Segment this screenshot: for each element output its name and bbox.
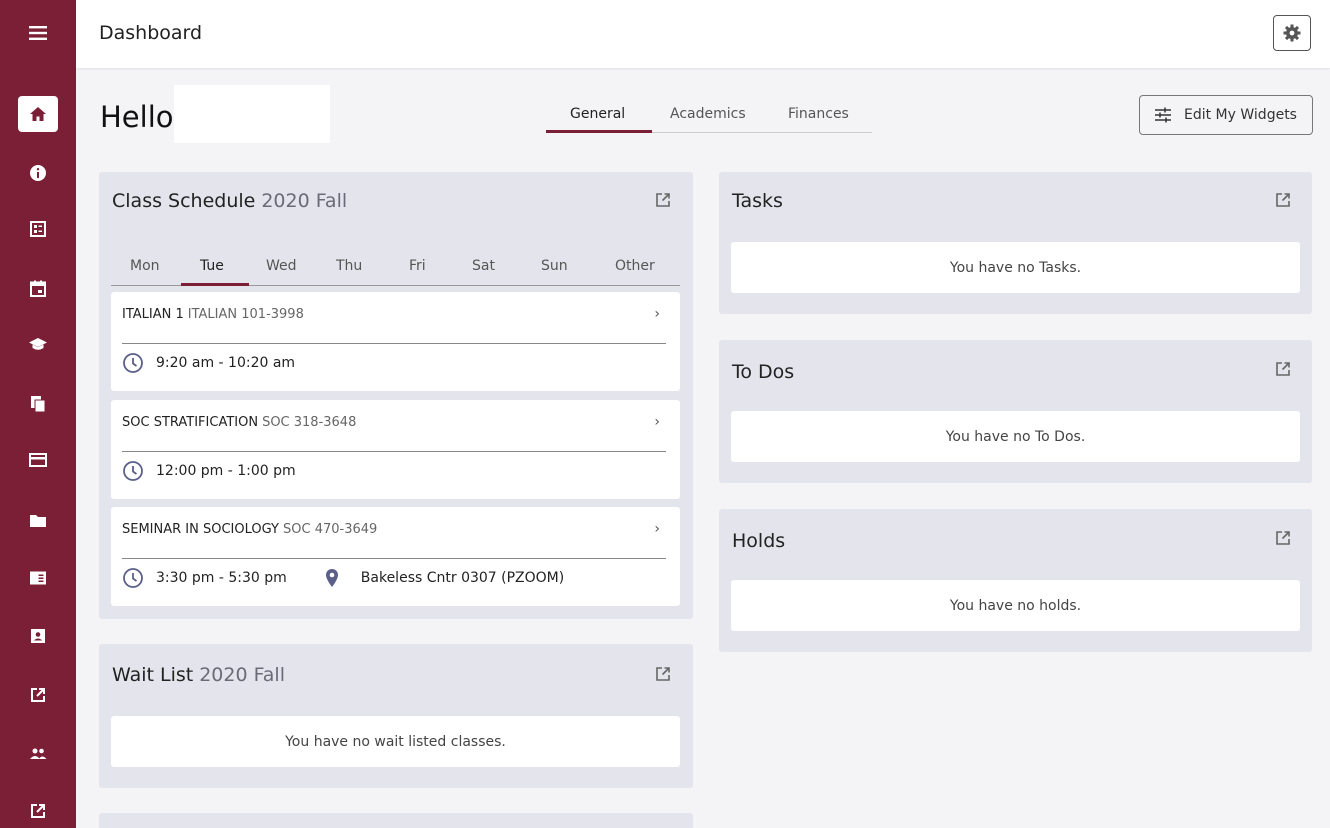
external-link-icon[interactable] [1275,361,1291,377]
wait-list-card: Wait List 2020 Fall You have no wait list… [99,644,693,788]
class-code: SOC 470-3649 [283,522,378,537]
external-link-icon[interactable] [1275,530,1291,546]
documents-icon[interactable] [16,386,60,422]
class-name: SEMINAR IN SOCIOLOGY SOC 470-3649 [122,522,377,537]
class-title: SEMINAR IN SOCIOLOGY [122,522,279,537]
day-tabs: Mon Tue Wed Thu Fri Sat Sun Other [111,249,680,286]
chevron-right-icon[interactable]: › [654,414,660,430]
tab-general[interactable]: General [570,106,625,122]
home-icon[interactable] [18,96,58,132]
holds-title: Holds [732,530,786,552]
wait-list-term: 2020 Fall [199,664,285,686]
widget-card-partial [99,813,693,828]
class-title: SOC STRATIFICATION [122,415,259,430]
tab-academics[interactable]: Academics [670,106,746,122]
day-tab-other[interactable]: Other [615,258,655,274]
wait-list-title: Wait List 2020 Fall [112,664,285,686]
class-schedule-card: Class Schedule 2020 Fall Mon Tue Wed Thu … [99,172,693,619]
todos-card: To Dos You have no To Dos. [719,340,1312,483]
day-tab-mon[interactable]: Mon [130,258,160,274]
class-name: ITALIAN 1 ITALIAN 101-3998 [122,307,304,322]
day-tab-wed[interactable]: Wed [266,258,297,274]
gear-icon [1283,24,1301,42]
external-link-icon[interactable] [1275,192,1291,208]
tasks-empty: You have no Tasks. [731,242,1300,293]
external-link-icon[interactable] [16,677,60,713]
dashboard-tabs: General Academics Finances [546,96,872,133]
class-meeting: 3:30 pm - 5:30 pm Bakeless Cntr 0307 (PZ… [122,567,564,589]
people-icon[interactable] [16,736,60,772]
class-item[interactable]: SOC STRATIFICATION SOC 318-3648 › 12:00 p… [111,400,680,499]
sidebar [0,0,76,828]
redacted-name [174,85,330,143]
edit-widgets-button[interactable]: Edit My Widgets [1139,95,1313,135]
tasks-card: Tasks You have no Tasks. [719,172,1312,314]
catalog-icon[interactable] [16,560,60,596]
contact-card-icon[interactable] [16,618,60,654]
class-code: SOC 318-3648 [262,415,357,430]
class-schedule-title: Class Schedule 2020 Fall [112,190,347,212]
class-name: SOC STRATIFICATION SOC 318-3648 [122,415,356,430]
clock-icon [123,568,143,588]
day-tab-sun[interactable]: Sun [541,258,568,274]
class-schedule-title-text: Class Schedule [112,190,256,212]
class-title: ITALIAN 1 [122,307,184,322]
clock-icon [123,353,143,373]
folder-icon[interactable] [16,503,60,539]
greeting: Hello [100,100,174,134]
day-tab-fri[interactable]: Fri [409,258,426,274]
map-pin-icon [325,569,338,587]
day-active-indicator [181,283,249,286]
tab-finances[interactable]: Finances [788,106,849,122]
settings-button[interactable] [1273,15,1311,51]
divider [122,451,666,452]
external-link-icon[interactable] [655,192,671,208]
page-title: Dashboard [99,22,203,44]
class-location-text: Bakeless Cntr 0307 (PZOOM) [360,570,565,586]
calendar-icon[interactable] [16,270,60,306]
wait-list-title-text: Wait List [112,664,194,686]
graduation-cap-icon[interactable] [16,326,60,362]
todos-title: To Dos [732,361,795,383]
class-code: ITALIAN 101-3998 [187,307,304,322]
day-tab-sat[interactable]: Sat [472,258,495,274]
clock-icon [123,461,143,481]
class-time: 3:30 pm - 5:30 pm [156,570,287,586]
holds-card: Holds You have no holds. [719,509,1312,652]
class-meeting: 12:00 pm - 1:00 pm [122,460,296,482]
external-link-icon[interactable] [655,666,671,682]
menu-icon[interactable] [16,15,60,51]
class-time: 9:20 am - 10:20 am [156,355,296,371]
sliders-icon [1155,107,1171,123]
divider [122,558,666,559]
credit-card-icon[interactable] [16,442,60,478]
class-item[interactable]: SEMINAR IN SOCIOLOGY SOC 470-3649 › 3:30 … [111,507,680,606]
class-schedule-term: 2020 Fall [261,190,348,212]
chevron-right-icon[interactable]: › [654,521,660,537]
divider [122,343,666,344]
class-item[interactable]: ITALIAN 1 ITALIAN 101-3998 › 9:20 am - 10… [111,292,680,391]
top-header: Dashboard [76,0,1330,68]
class-location: Bakeless Cntr 0307 (PZOOM) [325,568,564,588]
wait-list-empty: You have no wait listed classes. [111,716,680,767]
external-link-icon[interactable] [16,793,60,828]
chevron-right-icon[interactable]: › [654,306,660,322]
grid-icon[interactable] [16,211,60,247]
day-tab-thu[interactable]: Thu [336,258,362,274]
info-icon[interactable] [16,155,60,191]
class-meeting: 9:20 am - 10:20 am [122,352,295,374]
edit-widgets-label: Edit My Widgets [1184,107,1297,123]
tasks-title: Tasks [732,190,783,212]
todos-empty: You have no To Dos. [731,411,1300,462]
holds-empty: You have no holds. [731,580,1300,631]
class-time: 12:00 pm - 1:00 pm [156,463,296,479]
day-tab-tue[interactable]: Tue [200,258,224,274]
tab-active-indicator [546,130,652,133]
